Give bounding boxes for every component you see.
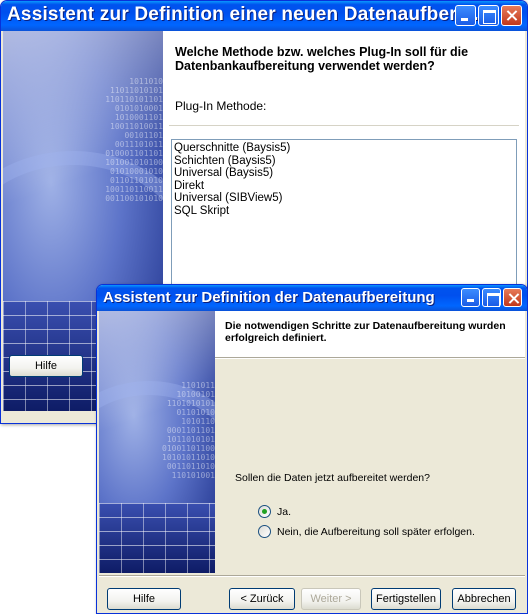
list-item[interactable]: Querschnitte (Baysis5) — [174, 142, 514, 155]
wizard-window-completion: Assistent zur Definition der Datenaufber… — [96, 284, 528, 614]
radio-button[interactable] — [258, 525, 271, 538]
minimize-icon[interactable] — [455, 5, 476, 26]
back-button[interactable]: < Zurück — [229, 588, 295, 610]
cancel-button[interactable]: Abbrechen — [452, 588, 516, 610]
close-icon[interactable] — [503, 288, 522, 307]
radio-button-selected[interactable] — [258, 505, 271, 518]
close-icon[interactable] — [501, 5, 522, 26]
title-bar[interactable]: Assistent zur Definition der Datenaufber… — [97, 285, 527, 311]
plugin-method-label: Plug-In Methode: — [175, 99, 267, 113]
prompt-question: Sollen die Daten jetzt aufbereitet werde… — [235, 472, 430, 484]
wizard-question: Welche Methode bzw. welches Plug-In soll… — [175, 45, 469, 73]
wizard-status-message: Die notwendigen Schritte zur Datenaufber… — [225, 320, 506, 344]
binary-pattern: 1011010 11011010101 110110101101 0101010… — [105, 77, 163, 203]
option-no[interactable]: Nein, die Aufbereitung soll später erfol… — [258, 525, 475, 538]
maximize-icon[interactable] — [478, 5, 499, 26]
banner-grid — [99, 503, 215, 573]
option-label: Nein, die Aufbereitung soll später erfol… — [277, 525, 475, 538]
list-item[interactable]: Universal (SIBView5) — [174, 192, 514, 205]
list-item[interactable]: Universal (Baysis5) — [174, 167, 514, 180]
help-button[interactable]: Hilfe — [107, 588, 181, 610]
window-title: Assistent zur Definition einer neuen Dat… — [7, 4, 485, 25]
maximize-icon[interactable] — [482, 288, 501, 307]
list-item[interactable]: SQL Skript — [174, 205, 514, 218]
wizard-side-banner: 1101011 10100101 1101010101 01101010 101… — [99, 311, 215, 573]
next-button[interactable]: Weiter > — [301, 588, 361, 610]
footer-separator — [99, 575, 525, 577]
header-separator — [215, 357, 525, 359]
window-title: Assistent zur Definition der Datenaufber… — [103, 289, 435, 306]
option-yes[interactable]: Ja. — [258, 505, 291, 518]
option-label: Ja. — [277, 505, 292, 518]
binary-pattern: 1101011 10100101 1101010101 01101010 101… — [162, 381, 215, 480]
header-panel: Die notwendigen Schritte zur Datenaufber… — [215, 311, 525, 357]
minimize-icon[interactable] — [461, 288, 480, 307]
list-item[interactable]: Schichten (Baysis5) — [174, 155, 514, 168]
separator — [169, 125, 519, 127]
title-bar[interactable]: Assistent zur Definition einer neuen Dat… — [1, 1, 527, 31]
list-item[interactable]: Direkt — [174, 180, 514, 193]
finish-button[interactable]: Fertigstellen — [371, 588, 441, 610]
help-button[interactable]: Hilfe — [9, 355, 83, 377]
